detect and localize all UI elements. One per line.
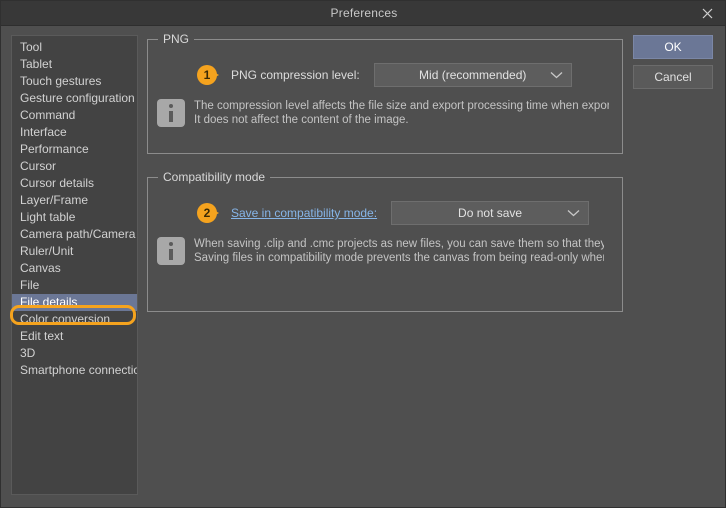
png-compression-value: Mid (recommended) bbox=[419, 68, 527, 82]
sidebar-item-cursor[interactable]: Cursor bbox=[12, 158, 137, 175]
sidebar-item-canvas[interactable]: Canvas bbox=[12, 260, 137, 277]
sidebar-item-interface[interactable]: Interface bbox=[12, 124, 137, 141]
badge-2-number: 2 bbox=[203, 206, 211, 220]
group-png-title: PNG bbox=[158, 32, 195, 46]
png-info-line-2: It does not affect the content of the im… bbox=[194, 114, 409, 126]
compatibility-mode-value: Do not save bbox=[458, 206, 523, 220]
png-compression-dropdown[interactable]: Mid (recommended) bbox=[373, 63, 572, 87]
ok-button[interactable]: OK bbox=[633, 35, 713, 59]
compatibility-mode-dropdown[interactable]: Do not save bbox=[391, 201, 590, 225]
png-compression-row: 1 PNG compression level: Mid (recommende… bbox=[197, 63, 572, 87]
group-png: PNG bbox=[147, 32, 623, 154]
png-compression-label: PNG compression level: bbox=[231, 68, 360, 82]
close-icon[interactable] bbox=[687, 1, 725, 25]
sidebar-item-command[interactable]: Command bbox=[12, 107, 137, 124]
title-bar: Preferences bbox=[1, 1, 725, 26]
badge-1-number: 1 bbox=[203, 68, 211, 82]
sidebar-item-edit-text[interactable]: Edit text bbox=[12, 328, 137, 345]
info-icon bbox=[157, 237, 185, 265]
group-compatibility-title: Compatibility mode bbox=[158, 170, 271, 184]
compatibility-info-block: When saving .clip and .cmc projects as n… bbox=[157, 237, 609, 265]
preferences-dialog: Preferences Tool Tablet Touch gestures Gest… bbox=[0, 0, 726, 508]
sidebar-item-3d[interactable]: 3D bbox=[12, 345, 137, 362]
compatibility-mode-row: 2 Save in compatibility mode: Do not sav… bbox=[197, 201, 590, 225]
save-in-compatibility-mode-link[interactable]: Save in compatibility mode: bbox=[231, 206, 377, 220]
png-info-block: The compression level affects the file s… bbox=[157, 99, 609, 127]
info-icon bbox=[157, 99, 185, 127]
sidebar-item-tablet[interactable]: Tablet bbox=[12, 56, 137, 73]
badge-2: 2 bbox=[197, 203, 223, 223]
chevron-down-icon bbox=[550, 71, 563, 79]
sidebar-item-performance[interactable]: Performance bbox=[12, 141, 137, 158]
sidebar-item-cursor-details[interactable]: Cursor details bbox=[12, 175, 137, 192]
sidebar-item-color-conversion[interactable]: Color conversion bbox=[12, 311, 137, 328]
sidebar-item-file[interactable]: File bbox=[12, 277, 137, 294]
compatibility-info-line-1: When saving .clip and .cmc projects as n… bbox=[194, 238, 604, 250]
sidebar-item-light-table[interactable]: Light table bbox=[12, 209, 137, 226]
png-info-text: The compression level affects the file s… bbox=[194, 99, 609, 127]
compatibility-info-line-2: Saving files in compatibility mode preve… bbox=[194, 252, 604, 264]
sidebar-item-tool[interactable]: Tool bbox=[12, 39, 137, 56]
sidebar-item-smartphone-connection[interactable]: Smartphone connection bbox=[12, 362, 137, 379]
sidebar-item-file-details[interactable]: File details bbox=[12, 294, 137, 311]
sidebar-item-touch-gestures[interactable]: Touch gestures bbox=[12, 73, 137, 90]
sidebar-item-layer-frame[interactable]: Layer/Frame bbox=[12, 192, 137, 209]
sidebar-item-camera-path-camera[interactable]: Camera path/Camera bbox=[12, 226, 137, 243]
window-title: Preferences bbox=[330, 6, 398, 20]
chevron-down-icon bbox=[567, 209, 580, 217]
sidebar-item-gesture-configuration[interactable]: Gesture configuration bbox=[12, 90, 137, 107]
cancel-button[interactable]: Cancel bbox=[633, 65, 713, 89]
png-info-line-1: The compression level affects the file s… bbox=[194, 100, 609, 112]
badge-1: 1 bbox=[197, 65, 223, 85]
sidebar-item-ruler-unit[interactable]: Ruler/Unit bbox=[12, 243, 137, 260]
category-list[interactable]: Tool Tablet Touch gestures Gesture configur… bbox=[11, 35, 138, 495]
compatibility-info-text: When saving .clip and .cmc projects as n… bbox=[194, 237, 604, 265]
